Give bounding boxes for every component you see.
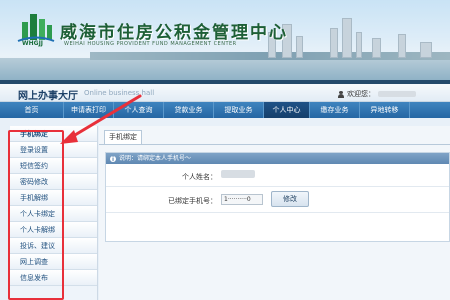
main-nav: 首页 申请表打印 个人查询 贷款业务 提取业务 个人中心 缴存业务 异地转移 [0, 102, 450, 118]
banner-building [372, 38, 381, 58]
red-highlight-box [8, 130, 64, 300]
hall-subtitle: Online business hall [84, 89, 155, 97]
name-label: 个人姓名： [182, 173, 217, 181]
banner-water [0, 58, 450, 80]
phone-value-wrap: 1··········0 [221, 194, 263, 205]
phone-value: 1··········0 [221, 194, 263, 205]
redacted-username [378, 91, 416, 97]
nav-item-print-forms[interactable]: 申请表打印 [64, 102, 114, 118]
welcome-label: 欢迎您： [347, 90, 375, 98]
modify-button[interactable]: 修改 [271, 191, 309, 207]
site-title: 威海市住房公积金管理中心 [60, 23, 288, 43]
info-icon [110, 154, 116, 165]
nav-item-withdrawal[interactable]: 提取业务 [214, 102, 264, 118]
banner-building [398, 34, 406, 58]
nav-item-deposit[interactable]: 缴存业务 [310, 102, 360, 118]
main-content: 手机绑定 说明：请绑定本人手机号～ 个人姓名： 已绑定手机号： 1·······… [99, 126, 450, 300]
panel-header: 说明：请绑定本人手机号～ [106, 153, 449, 165]
site-subtitle: WEIHAI HOUSING PROVIDENT FUND MANAGEMENT… [64, 41, 237, 47]
welcome-area: 欢迎您： [338, 89, 416, 99]
banner-building [342, 18, 352, 58]
nav-filler [410, 102, 450, 118]
user-icon [338, 90, 344, 98]
phone-row: 已绑定手机号： 1··········0 修改 [106, 187, 449, 213]
redacted-name [221, 170, 255, 180]
nav-item-personal-center[interactable]: 个人中心 [264, 102, 310, 118]
banner-building [296, 36, 303, 58]
empty-row [106, 213, 449, 241]
nav-item-transfer[interactable]: 异地转移 [360, 102, 410, 118]
site-banner: WHGJJ 威海市住房公积金管理中心 WEIHAI HOUSING PROVID… [0, 0, 450, 80]
tab-phone-binding[interactable]: 手机绑定 [104, 130, 142, 144]
banner-building [330, 28, 338, 58]
nav-item-personal-query[interactable]: 个人查询 [114, 102, 164, 118]
banner-building [356, 32, 362, 58]
nav-item-home[interactable]: 首页 [0, 102, 64, 118]
phone-label: 已绑定手机号： [168, 197, 217, 205]
banner-building [420, 42, 432, 58]
logo-text: WHGJJ [22, 40, 44, 47]
nav-item-loan[interactable]: 贷款业务 [164, 102, 214, 118]
hall-bar: 网上办事大厅 Online business hall 欢迎您： [0, 84, 450, 102]
panel-note: 说明：请绑定本人手机号～ [119, 155, 192, 162]
name-row: 个人姓名： [106, 165, 449, 187]
tab-divider [99, 144, 450, 145]
hall-title: 网上办事大厅 [18, 91, 78, 102]
binding-panel: 说明：请绑定本人手机号～ 个人姓名： 已绑定手机号： 1··········0 … [105, 152, 450, 242]
